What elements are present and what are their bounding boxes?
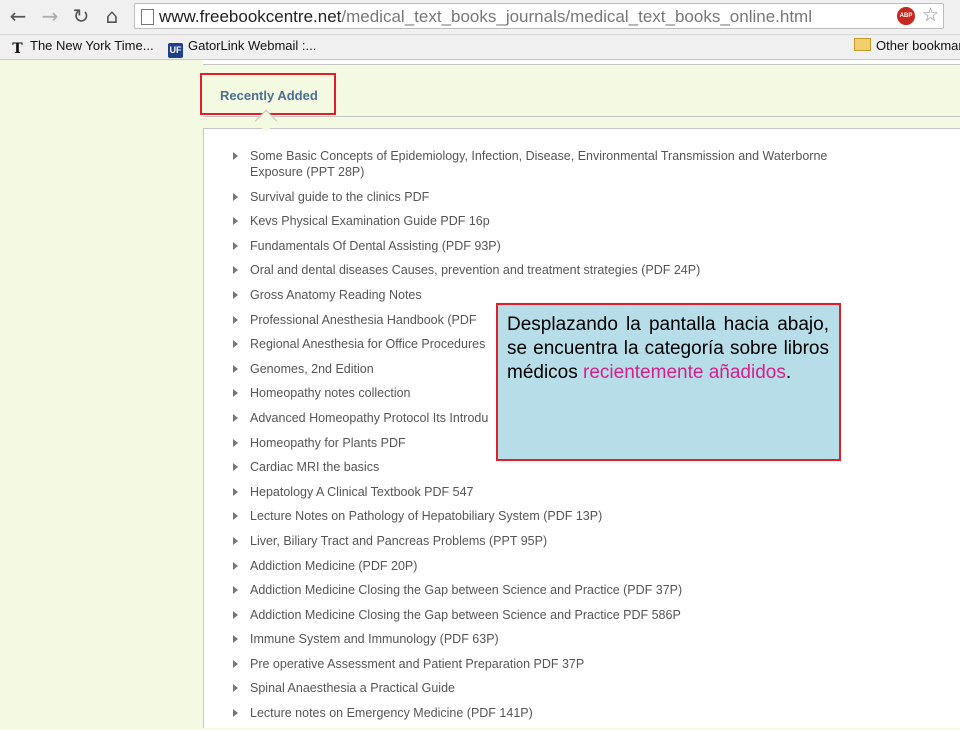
bookmark-other[interactable]: Other bookmarks: [854, 38, 960, 53]
adblock-icon[interactable]: ABP: [897, 7, 915, 25]
book-link-text[interactable]: Addiction Medicine Closing the Gap betwe…: [250, 583, 682, 597]
triangle-bullet-icon: [233, 340, 238, 349]
book-link-text[interactable]: Homeopathy for Plants PDF: [250, 436, 406, 450]
star-icon[interactable]: ☆: [922, 4, 939, 26]
forward-arrow-icon[interactable]: →: [38, 4, 62, 28]
book-link-item[interactable]: Pre operative Assessment and Patient Pre…: [233, 656, 883, 672]
triangle-bullet-icon: [233, 290, 238, 299]
triangle-bullet-icon: [233, 413, 238, 422]
book-link-text[interactable]: Cardiac MRI the basics: [250, 460, 379, 474]
book-link-item[interactable]: Addiction Medicine (PDF 20P): [233, 558, 883, 574]
book-link-item[interactable]: Liver, Biliary Tract and Pancreas Proble…: [233, 533, 883, 549]
triangle-bullet-icon: [233, 561, 238, 570]
triangle-bullet-icon: [233, 635, 238, 644]
book-link-text[interactable]: Hepatology A Clinical Textbook PDF 547: [250, 485, 474, 499]
book-link-item[interactable]: Spinal Anaesthesia a Practical Guide: [233, 680, 883, 696]
book-link-item[interactable]: Hepatology A Clinical Textbook PDF 547: [233, 484, 883, 500]
book-link-text[interactable]: Some Basic Concepts of Epidemiology, Inf…: [250, 149, 827, 179]
triangle-bullet-icon: [233, 152, 238, 160]
book-link-text[interactable]: Spinal Anaesthesia a Practical Guide: [250, 681, 455, 695]
book-link-text[interactable]: Pre operative Assessment and Patient Pre…: [250, 657, 584, 671]
previous-box-bottom: [203, 60, 960, 65]
address-bar[interactable]: www.freebookcentre.net/medical_text_book…: [134, 3, 944, 29]
book-link-text[interactable]: Addiction Medicine Closing the Gap betwe…: [250, 608, 681, 622]
tab-highlight-box: [200, 73, 336, 115]
triangle-bullet-icon: [233, 364, 238, 373]
book-link-item[interactable]: Kevs Physical Examination Guide PDF 16p: [233, 213, 883, 229]
book-link-text[interactable]: Lecture Notes on Pathology of Hepatobili…: [250, 509, 602, 523]
book-link-item[interactable]: Lecture notes on Emergency Medicine (PDF…: [233, 705, 883, 721]
browser-toolbar: ← → ↻ ⌂ www.freebookcentre.net/medical_t…: [0, 0, 960, 35]
triangle-bullet-icon: [233, 512, 238, 521]
back-arrow-icon[interactable]: ←: [6, 4, 30, 28]
book-link-text[interactable]: Advanced Homeopathy Protocol Its Introdu: [250, 411, 488, 425]
url-path: /medical_text_books_journals/medical_tex…: [341, 7, 812, 26]
book-link-text[interactable]: Regional Anesthesia for Office Procedure…: [250, 337, 485, 351]
triangle-bullet-icon: [233, 709, 238, 718]
triangle-bullet-icon: [233, 487, 238, 496]
book-link-text[interactable]: Survival guide to the clinics PDF: [250, 190, 429, 204]
triangle-bullet-icon: [233, 241, 238, 250]
triangle-bullet-icon: [233, 315, 238, 324]
book-link-item[interactable]: Survival guide to the clinics PDF: [233, 189, 883, 205]
book-link-item[interactable]: Cardiac MRI the basics: [233, 459, 883, 475]
book-link-item[interactable]: Oral and dental diseases Causes, prevent…: [233, 262, 883, 278]
bookmark-label: GatorLink Webmail :...: [188, 38, 317, 53]
bookmarks-bar: T The New York Time... UF GatorLink Webmai…: [0, 35, 960, 60]
book-link-item[interactable]: Lecture Notes on Pathology of Hepatobili…: [233, 508, 883, 524]
annotation-highlight: recientemente añadidos: [583, 362, 786, 383]
book-link-text[interactable]: Immune System and Immunology (PDF 63P): [250, 632, 499, 646]
folder-icon: [854, 38, 871, 51]
book-link-item[interactable]: Immune System and Immunology (PDF 63P): [233, 631, 883, 647]
triangle-bullet-icon: [233, 217, 238, 226]
uf-icon: UF: [168, 43, 183, 58]
book-link-item[interactable]: Fundamentals Of Dental Assisting (PDF 93…: [233, 238, 883, 254]
book-link-text[interactable]: Kevs Physical Examination Guide PDF 16p: [250, 214, 490, 228]
triangle-bullet-icon: [233, 610, 238, 619]
url-host: www.freebookcentre.net: [159, 7, 342, 26]
nyt-icon: T: [12, 41, 23, 57]
book-link-text[interactable]: Oral and dental diseases Causes, prevent…: [250, 263, 700, 277]
triangle-bullet-icon: [233, 438, 238, 447]
annotation-callout: Desplazando la pantalla hacia abajo, se …: [496, 303, 841, 461]
book-link-text[interactable]: Fundamentals Of Dental Assisting (PDF 93…: [250, 239, 501, 253]
annotation-period: .: [785, 362, 792, 383]
book-link-item[interactable]: Gross Anatomy Reading Notes: [233, 287, 883, 303]
page-icon: [141, 9, 154, 25]
triangle-bullet-icon: [233, 586, 238, 595]
book-link-item[interactable]: Addiction Medicine Closing the Gap betwe…: [233, 582, 883, 598]
reload-icon[interactable]: ↻: [69, 4, 93, 28]
bookmark-label: The New York Time...: [30, 38, 154, 53]
bookmark-label: Other bookmarks: [876, 38, 960, 53]
triangle-bullet-icon: [233, 266, 238, 275]
book-link-item[interactable]: Addiction Medicine Closing the Gap betwe…: [233, 607, 883, 623]
book-link-item[interactable]: Some Basic Concepts of Epidemiology, Inf…: [233, 148, 883, 180]
triangle-bullet-icon: [233, 463, 238, 472]
book-link-text[interactable]: Addiction Medicine (PDF 20P): [250, 559, 417, 573]
triangle-bullet-icon: [233, 389, 238, 398]
book-link-text[interactable]: Genomes, 2nd Edition: [250, 362, 374, 376]
triangle-bullet-icon: [233, 684, 238, 693]
url-text: www.freebookcentre.net/medical_text_book…: [159, 7, 812, 27]
triangle-bullet-icon: [233, 192, 238, 201]
triangle-bullet-icon: [233, 536, 238, 545]
bookmark-nyt[interactable]: T The New York Time...: [10, 38, 154, 57]
book-link-text[interactable]: Lecture notes on Emergency Medicine (PDF…: [250, 706, 533, 720]
book-link-text[interactable]: Homeopathy notes collection: [250, 386, 411, 400]
bookmark-gatorlink[interactable]: UF GatorLink Webmail :...: [168, 38, 316, 58]
book-link-text[interactable]: Professional Anesthesia Handbook (PDF: [250, 313, 477, 327]
book-link-text[interactable]: Gross Anatomy Reading Notes: [250, 288, 422, 302]
triangle-bullet-icon: [233, 659, 238, 668]
home-icon[interactable]: ⌂: [100, 4, 124, 28]
book-link-text[interactable]: Liver, Biliary Tract and Pancreas Proble…: [250, 534, 547, 548]
